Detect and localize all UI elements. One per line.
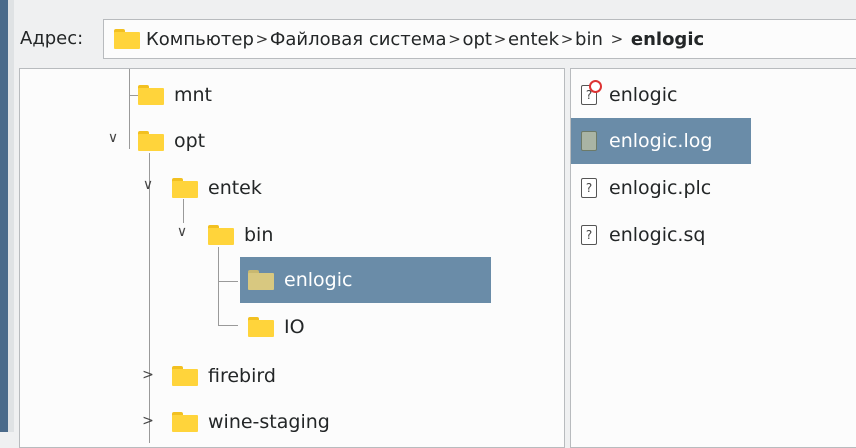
- folder-icon: [138, 131, 164, 151]
- file-item-enlogic-log[interactable]: enlogic.log: [571, 118, 751, 164]
- breadcrumb-separator: >: [560, 30, 574, 48]
- file-name: enlogic.plc: [609, 177, 712, 199]
- crumb-entek[interactable]: entek: [508, 29, 559, 50]
- tree-item-label: firebird: [208, 365, 276, 387]
- address-bar[interactable]: Компьютер > Файловая система > opt > ent…: [103, 19, 856, 59]
- tree-item-opt[interactable]: opt: [138, 118, 205, 164]
- breadcrumb-separator: >: [493, 30, 507, 48]
- tree-item-entek[interactable]: entek: [172, 165, 262, 211]
- expand-arrow[interactable]: ∨: [175, 224, 189, 240]
- tree-item-label: wine-staging: [208, 411, 330, 433]
- folder-icon: [172, 412, 198, 432]
- crumb-opt[interactable]: opt: [462, 29, 492, 50]
- expand-arrow[interactable]: ∨: [106, 130, 120, 146]
- file-name: enlogic.log: [609, 130, 713, 152]
- error-badge-icon: [589, 80, 602, 93]
- breadcrumb-separator: >: [448, 30, 461, 48]
- tree-item-label: IO: [284, 316, 305, 338]
- file-item-enlogic-sq[interactable]: ? enlogic.sq: [571, 212, 705, 258]
- tree-line: [218, 281, 238, 282]
- file-name: enlogic: [609, 84, 678, 106]
- folder-icon: [172, 366, 198, 386]
- tree-item-label: mnt: [174, 84, 212, 106]
- folder-icon: [248, 317, 274, 337]
- collapse-arrow[interactable]: >: [141, 413, 155, 429]
- tree-line: [218, 247, 219, 325]
- tree-item-label: entek: [208, 177, 262, 199]
- tree-item-firebird[interactable]: firebird: [172, 353, 276, 399]
- folder-icon: [172, 178, 198, 198]
- tree-item-enlogic[interactable]: enlogic: [240, 257, 491, 303]
- file-list[interactable]: ? enlogic enlogic.log ? enlogic.plc ? en…: [570, 68, 856, 448]
- file-item-enlogic-plc[interactable]: ? enlogic.plc: [571, 165, 711, 211]
- expand-arrow[interactable]: ∨: [141, 177, 155, 193]
- crumb-computer[interactable]: Компьютер: [146, 29, 254, 50]
- breadcrumb: Компьютер > Файловая система > opt > ent…: [114, 20, 704, 58]
- breadcrumb-separator: >: [610, 30, 624, 48]
- unknown-file-icon: ?: [581, 225, 597, 245]
- address-label: Адрес:: [20, 28, 84, 49]
- tree-item-label: bin: [244, 224, 274, 246]
- unknown-file-icon: ?: [581, 178, 597, 198]
- folder-icon: [248, 270, 274, 290]
- tree-item-bin[interactable]: bin: [208, 212, 273, 258]
- collapse-arrow[interactable]: >: [141, 367, 155, 383]
- folder-tree[interactable]: mnt ∨ opt ∨ entek ∨ bin enlogic IO > fir…: [19, 68, 565, 448]
- window-left-frame: [8, 0, 14, 432]
- crumb-enlogic[interactable]: enlogic: [631, 29, 704, 50]
- log-file-icon: [581, 131, 597, 151]
- tree-item-wine-staging[interactable]: wine-staging: [172, 399, 330, 445]
- breadcrumb-separator: >: [255, 30, 269, 48]
- tree-item-label: opt: [174, 130, 206, 152]
- file-name: enlogic.sq: [609, 224, 706, 246]
- crumb-filesystem[interactable]: Файловая система: [270, 29, 447, 50]
- tree-line: [218, 325, 238, 326]
- crumb-bin[interactable]: bin: [575, 29, 603, 50]
- folder-icon: [138, 85, 164, 105]
- tree-item-mnt[interactable]: mnt: [138, 72, 212, 118]
- folder-icon: [208, 225, 234, 245]
- window-left-border: [0, 0, 8, 432]
- tree-line: [129, 69, 130, 149]
- tree-line: [149, 153, 150, 443]
- tree-item-label: enlogic: [284, 269, 353, 291]
- file-item-enlogic[interactable]: ? enlogic: [571, 72, 677, 118]
- tree-item-io[interactable]: IO: [248, 304, 305, 350]
- unknown-file-icon: ?: [581, 80, 602, 105]
- folder-icon: [114, 29, 140, 49]
